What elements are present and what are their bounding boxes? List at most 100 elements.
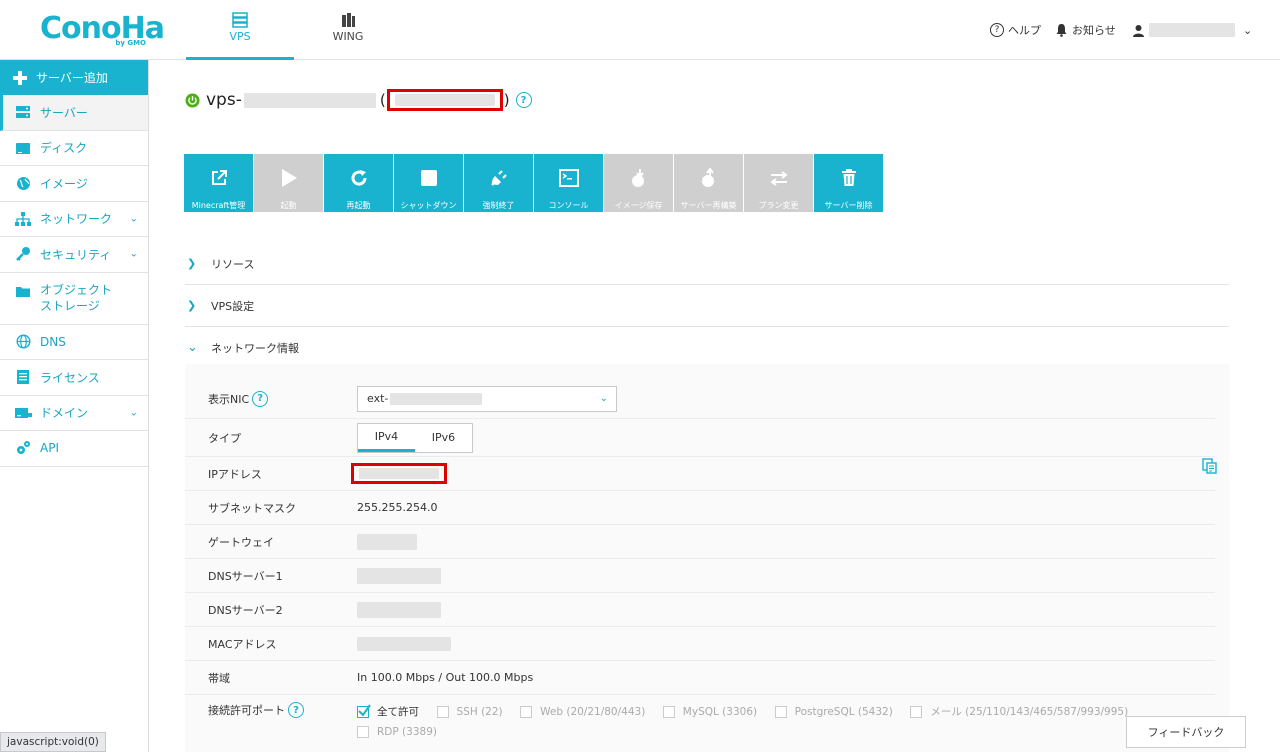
change-plan-button[interactable]: プラン変更 <box>744 154 813 212</box>
minecraft-manage-button[interactable]: Minecraft管理 <box>184 154 253 212</box>
console-icon <box>558 169 579 187</box>
nic-value-redacted <box>390 392 483 405</box>
port-option-mail[interactable]: メール (25/110/143/465/587/993/995) <box>910 704 1128 719</box>
sidebar-item-label: ライセンス <box>40 370 100 385</box>
sidebar-item-security[interactable]: セキュリティ ⌄ <box>0 237 148 273</box>
mac-redacted <box>357 636 451 651</box>
section-label: ネットワーク情報 <box>211 341 299 355</box>
row-bandwidth: 帯域 In 100.0 Mbps / Out 100.0 Mbps <box>185 661 1215 695</box>
sidebar-item-label: サーバー <box>40 105 88 120</box>
key-icon <box>16 247 30 262</box>
port-option-label: メール (25/110/143/465/587/993/995) <box>930 706 1129 718</box>
sidebar-item-license[interactable]: ライセンス <box>0 360 148 396</box>
license-icon <box>17 370 29 385</box>
port-option-web[interactable]: Web (20/21/80/443) <box>520 705 645 718</box>
trash-icon <box>841 169 856 186</box>
user-menu[interactable]: ⌄ <box>1132 20 1252 40</box>
news-link[interactable]: お知らせ <box>1055 20 1116 40</box>
question-circle-icon: ? <box>990 23 1004 37</box>
force-stop-button[interactable]: 強制終了 <box>464 154 533 212</box>
nav-tab-vps[interactable]: VPS <box>186 0 294 60</box>
sidebar-item-disk[interactable]: ディスク <box>0 131 148 166</box>
row-label-wrap: 表示NIC ? <box>208 390 269 407</box>
button-label: コンソール <box>548 201 589 210</box>
allowed-ports-label: 接続許可ポート <box>208 704 285 717</box>
restart-button[interactable]: 再起動 <box>324 154 393 212</box>
sidebar-item-server[interactable]: サーバー <box>0 95 148 131</box>
sidebar-item-label: ネットワーク <box>40 212 113 227</box>
domain-icon <box>14 407 32 418</box>
checkbox-icon <box>662 705 675 718</box>
rebuild-server-button[interactable]: サーバー再構築 <box>674 154 743 212</box>
sidebar-item-object-storage[interactable]: オブジェクト ストレージ <box>0 273 148 325</box>
section-label: リソース <box>211 257 255 271</box>
sidebar: サーバー追加 サーバー ディスク イメージ ネットワーク ⌄ セキュリティ ⌄ … <box>0 60 149 752</box>
port-option-ssh[interactable]: SSH (22) <box>436 705 503 718</box>
server-name-prefix: vps- <box>206 90 242 110</box>
nic-select-value: ext- <box>367 392 389 405</box>
chevron-down-icon: ⌄ <box>129 407 138 419</box>
play-icon <box>281 169 297 187</box>
dns2-label: DNSサーバー2 <box>208 603 283 617</box>
bandwidth-value: In 100.0 Mbps / Out 100.0 Mbps <box>357 671 534 684</box>
chevron-right-icon: ❯ <box>187 257 197 270</box>
section-vps-settings[interactable]: ❯ VPS設定 <box>185 285 1229 327</box>
row-allowed-ports: 接続許可ポート ? 全て許可 SSH (22) Web (20/21/80/44… <box>185 695 1215 747</box>
checkbox-icon <box>910 705 923 718</box>
conoha-logo[interactable]: ConoHa by GMO <box>40 12 165 48</box>
gears-icon <box>17 441 30 455</box>
chevron-right-icon: ❯ <box>187 299 197 312</box>
sidebar-item-network[interactable]: ネットワーク ⌄ <box>0 202 148 237</box>
sidebar-item-label: セキュリティ <box>40 247 112 262</box>
section-resources[interactable]: ❯ リソース <box>185 243 1229 285</box>
nic-select[interactable]: ext- ⌄ <box>357 385 617 412</box>
port-option-mysql[interactable]: MySQL (3306) <box>662 705 758 718</box>
user-icon <box>1133 24 1144 37</box>
save-image-button[interactable]: イメージ保存 <box>604 154 673 212</box>
help-icon[interactable]: ? <box>288 702 304 718</box>
ip-address-label: IPアドレス <box>208 467 262 481</box>
port-option-postgresql[interactable]: PostgreSQL (5432) <box>774 705 893 718</box>
dns-globe-icon <box>15 334 31 349</box>
sidebar-item-api[interactable]: API <box>0 431 148 467</box>
section-network-info[interactable]: ⌄ ネットワーク情報 <box>185 327 1229 369</box>
sidebar-item-domain[interactable]: ドメイン ⌄ <box>0 396 148 431</box>
chevron-down-icon: ⌄ <box>599 393 608 404</box>
add-server-button[interactable]: サーバー追加 <box>0 60 148 95</box>
delete-server-button[interactable]: サーバー削除 <box>814 154 883 212</box>
button-label: プラン変更 <box>758 201 799 210</box>
help-icon[interactable]: ? <box>252 390 269 407</box>
copy-clipboard-icon[interactable] <box>1201 458 1217 474</box>
port-option-all[interactable]: 全て許可 <box>357 703 419 719</box>
nav-tab-wing[interactable]: WING <box>294 0 402 60</box>
tab-ipv4[interactable]: IPv4 <box>358 424 415 452</box>
paren-open: ( <box>379 91 386 109</box>
bandwidth-label: 帯域 <box>208 671 230 685</box>
plug-icon <box>490 170 507 186</box>
mac-address-label: MACアドレス <box>208 637 277 651</box>
server-stack-icon <box>232 12 248 28</box>
feedback-button[interactable]: フィードバック <box>1126 716 1246 748</box>
nav-tab-label: WING <box>332 30 364 43</box>
start-button[interactable]: 起動 <box>254 154 323 212</box>
bell-icon <box>1056 24 1067 37</box>
shutdown-button[interactable]: シャットダウン <box>394 154 463 212</box>
console-button[interactable]: コンソール <box>534 154 603 212</box>
power-status-icon <box>185 93 200 107</box>
row-label-wrap: 接続許可ポート ? <box>208 702 304 718</box>
display-nic-label: 表示NIC <box>208 392 250 406</box>
sidebar-item-dns[interactable]: DNS <box>0 325 148 360</box>
tab-ipv6[interactable]: IPv6 <box>415 424 472 452</box>
button-label: 再起動 <box>346 201 371 210</box>
sidebar-item-image[interactable]: イメージ <box>0 166 148 202</box>
chevron-down-icon: ⌄ <box>129 248 138 260</box>
help-link[interactable]: ? ヘルプ <box>990 20 1041 40</box>
port-options: 全て許可 SSH (22) Web (20/21/80/443) MySQL (… <box>357 703 1197 721</box>
port-option-label: MySQL (3306) <box>682 705 758 718</box>
button-label: イメージ保存 <box>614 201 663 210</box>
dns1-label: DNSサーバー1 <box>208 569 283 583</box>
help-icon[interactable]: ? <box>515 92 532 108</box>
port-option-rdp[interactable]: RDP (3389) <box>357 726 437 738</box>
button-label: サーバー再構築 <box>680 201 737 210</box>
sidebar-item-label: イメージ <box>40 176 88 191</box>
